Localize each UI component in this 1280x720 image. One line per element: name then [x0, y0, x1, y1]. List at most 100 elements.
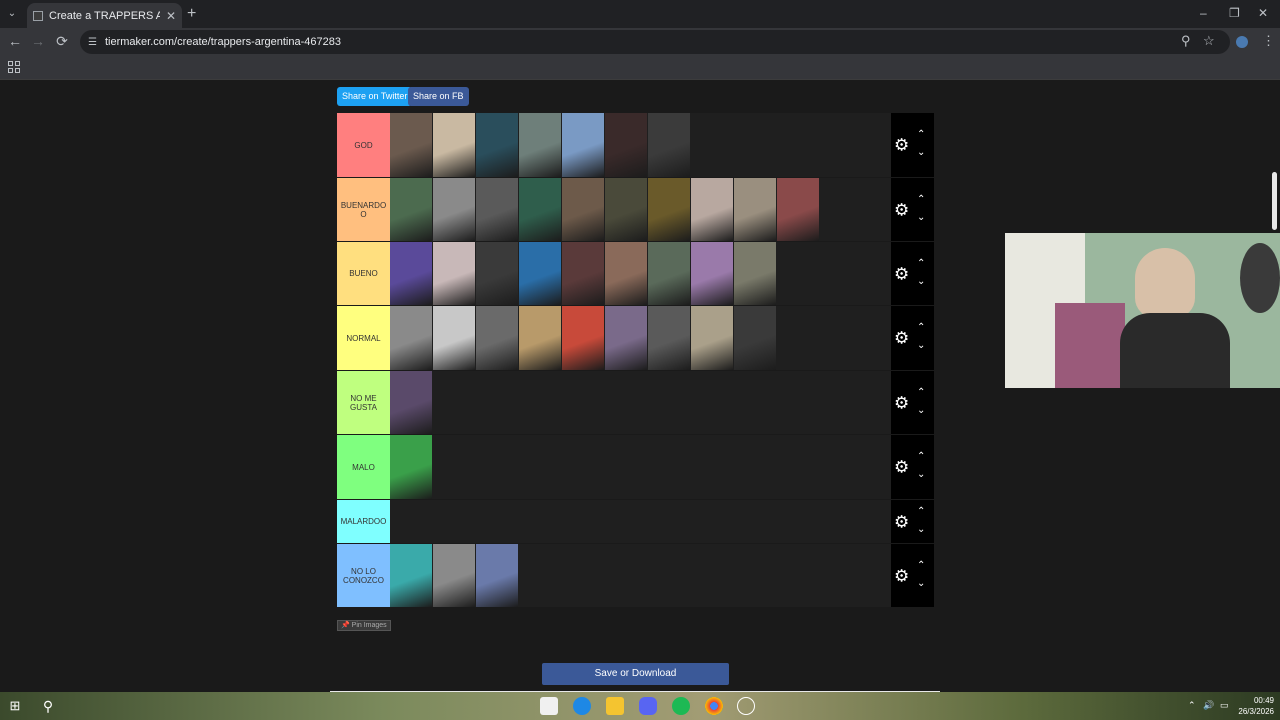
tab-search-icon[interactable]: ⌄ [4, 6, 20, 22]
artist-thumbnail[interactable] [433, 178, 475, 241]
artist-thumbnail[interactable] [648, 178, 690, 241]
tier-label[interactable]: MALO [337, 435, 390, 499]
share-facebook-button[interactable]: Share on FB [408, 87, 469, 106]
artist-thumbnail[interactable] [390, 306, 432, 370]
tier-label[interactable]: BUENARDO O [337, 178, 390, 241]
gear-icon[interactable]: ⚙ [894, 201, 909, 218]
artist-thumbnail[interactable] [605, 178, 647, 241]
chrome-icon[interactable] [705, 697, 723, 715]
artist-thumbnail[interactable] [562, 113, 604, 177]
tier-label[interactable]: NO LO CONOZCO [337, 544, 390, 607]
volume-icon[interactable]: 🔊 [1203, 700, 1214, 711]
move-up-icon[interactable]: ⌃ [917, 452, 925, 462]
bookmark-star-icon[interactable]: ☆ [1203, 33, 1215, 49]
tier-items-dropzone[interactable] [390, 371, 891, 434]
artist-thumbnail[interactable] [648, 306, 690, 370]
move-up-icon[interactable]: ⌃ [917, 258, 925, 269]
move-down-icon[interactable]: ⌄ [917, 470, 925, 480]
apps-grid-icon[interactable] [8, 61, 20, 73]
artist-thumbnail[interactable] [691, 306, 733, 370]
tier-label[interactable]: NORMAL [337, 306, 390, 370]
share-twitter-button[interactable]: Share on Twitter [337, 87, 413, 106]
move-down-icon[interactable]: ⌄ [917, 405, 925, 416]
artist-thumbnail[interactable] [519, 242, 561, 305]
artist-thumbnail[interactable] [691, 178, 733, 241]
artist-thumbnail[interactable] [648, 113, 690, 177]
move-down-icon[interactable]: ⌄ [917, 524, 925, 535]
pin-images-button[interactable]: 📌 Pin Images [337, 620, 391, 631]
forward-icon[interactable]: → [29, 33, 47, 49]
file-explorer-icon[interactable] [606, 697, 624, 715]
tier-label[interactable]: GOD [337, 113, 390, 177]
tier-items-dropzone[interactable] [390, 435, 891, 499]
artist-thumbnail[interactable] [390, 242, 432, 305]
menu-icon[interactable]: ⋮ [1262, 33, 1275, 49]
tier-label[interactable]: BUENO [337, 242, 390, 305]
artist-thumbnail[interactable] [605, 113, 647, 177]
browser-tab[interactable]: Create a TRAPPERS ARGENTIN... ✕ [27, 3, 182, 28]
vertical-scrollbar-thumb[interactable] [1272, 172, 1277, 230]
artist-thumbnail[interactable] [519, 178, 561, 241]
windows-start-icon[interactable]: ⊞ [6, 697, 24, 715]
artist-thumbnail[interactable] [433, 242, 475, 305]
artist-thumbnail[interactable] [433, 544, 475, 607]
gear-icon[interactable]: ⚙ [894, 459, 909, 476]
artist-thumbnail[interactable] [390, 113, 432, 177]
gear-icon[interactable]: ⚙ [894, 137, 909, 154]
edge-icon[interactable] [573, 697, 591, 715]
move-up-icon[interactable]: ⌃ [917, 323, 925, 333]
gear-icon[interactable]: ⚙ [894, 265, 909, 282]
back-icon[interactable]: ← [6, 33, 24, 49]
artist-thumbnail[interactable] [519, 113, 561, 177]
tab-close-icon[interactable]: ✕ [166, 9, 176, 23]
gear-icon[interactable]: ⚙ [894, 567, 909, 584]
move-down-icon[interactable]: ⌄ [917, 341, 925, 351]
store-icon[interactable] [540, 697, 558, 715]
gear-icon[interactable]: ⚙ [894, 513, 909, 530]
network-icon[interactable]: ▭ [1220, 700, 1229, 711]
tier-items-dropzone[interactable] [390, 306, 891, 370]
zoom-icon[interactable]: ⚲ [1181, 33, 1191, 49]
tier-items-dropzone[interactable] [390, 500, 891, 543]
window-close-icon[interactable]: ✕ [1258, 6, 1268, 20]
minimize-icon[interactable]: – [1200, 6, 1207, 20]
artist-thumbnail[interactable] [734, 242, 776, 305]
maximize-icon[interactable]: ❐ [1229, 6, 1240, 20]
spotify-icon[interactable] [672, 697, 690, 715]
artist-thumbnail[interactable] [605, 306, 647, 370]
artist-thumbnail[interactable] [562, 178, 604, 241]
move-up-icon[interactable]: ⌃ [917, 560, 925, 571]
artist-thumbnail[interactable] [562, 242, 604, 305]
artist-thumbnail[interactable] [390, 178, 432, 241]
tier-items-dropzone[interactable] [390, 113, 891, 177]
artist-thumbnail[interactable] [433, 306, 475, 370]
discord-icon[interactable] [639, 697, 657, 715]
tier-label[interactable]: MALARDOO [337, 500, 390, 543]
move-up-icon[interactable]: ⌃ [917, 130, 925, 140]
new-tab-button[interactable]: + [187, 5, 196, 23]
move-up-icon[interactable]: ⌃ [917, 194, 925, 205]
artist-thumbnail[interactable] [519, 306, 561, 370]
address-bar[interactable]: ☰ tiermaker.com/create/trappers-argentin… [80, 30, 1230, 54]
tier-label[interactable]: NO ME GUSTA [337, 371, 390, 434]
artist-thumbnail[interactable] [476, 113, 518, 177]
artist-thumbnail[interactable] [734, 178, 776, 241]
save-or-download-button[interactable]: Save or Download [542, 663, 729, 685]
artist-thumbnail[interactable] [390, 544, 432, 607]
move-up-icon[interactable]: ⌃ [917, 506, 925, 517]
move-down-icon[interactable]: ⌄ [917, 578, 925, 589]
gear-icon[interactable]: ⚙ [894, 330, 909, 347]
profile-avatar[interactable] [1236, 36, 1248, 48]
obs-icon[interactable] [737, 697, 755, 715]
clock[interactable]: 00:49 26/3/2026 [1238, 695, 1274, 717]
artist-thumbnail[interactable] [476, 306, 518, 370]
reload-icon[interactable]: ⟳ [53, 33, 71, 50]
artist-thumbnail[interactable] [390, 371, 432, 434]
move-down-icon[interactable]: ⌄ [917, 148, 925, 158]
tier-items-dropzone[interactable] [390, 544, 891, 607]
artist-thumbnail[interactable] [476, 544, 518, 607]
site-info-icon[interactable]: ☰ [88, 37, 97, 48]
move-down-icon[interactable]: ⌄ [917, 276, 925, 287]
artist-thumbnail[interactable] [777, 178, 819, 241]
artist-thumbnail[interactable] [648, 242, 690, 305]
